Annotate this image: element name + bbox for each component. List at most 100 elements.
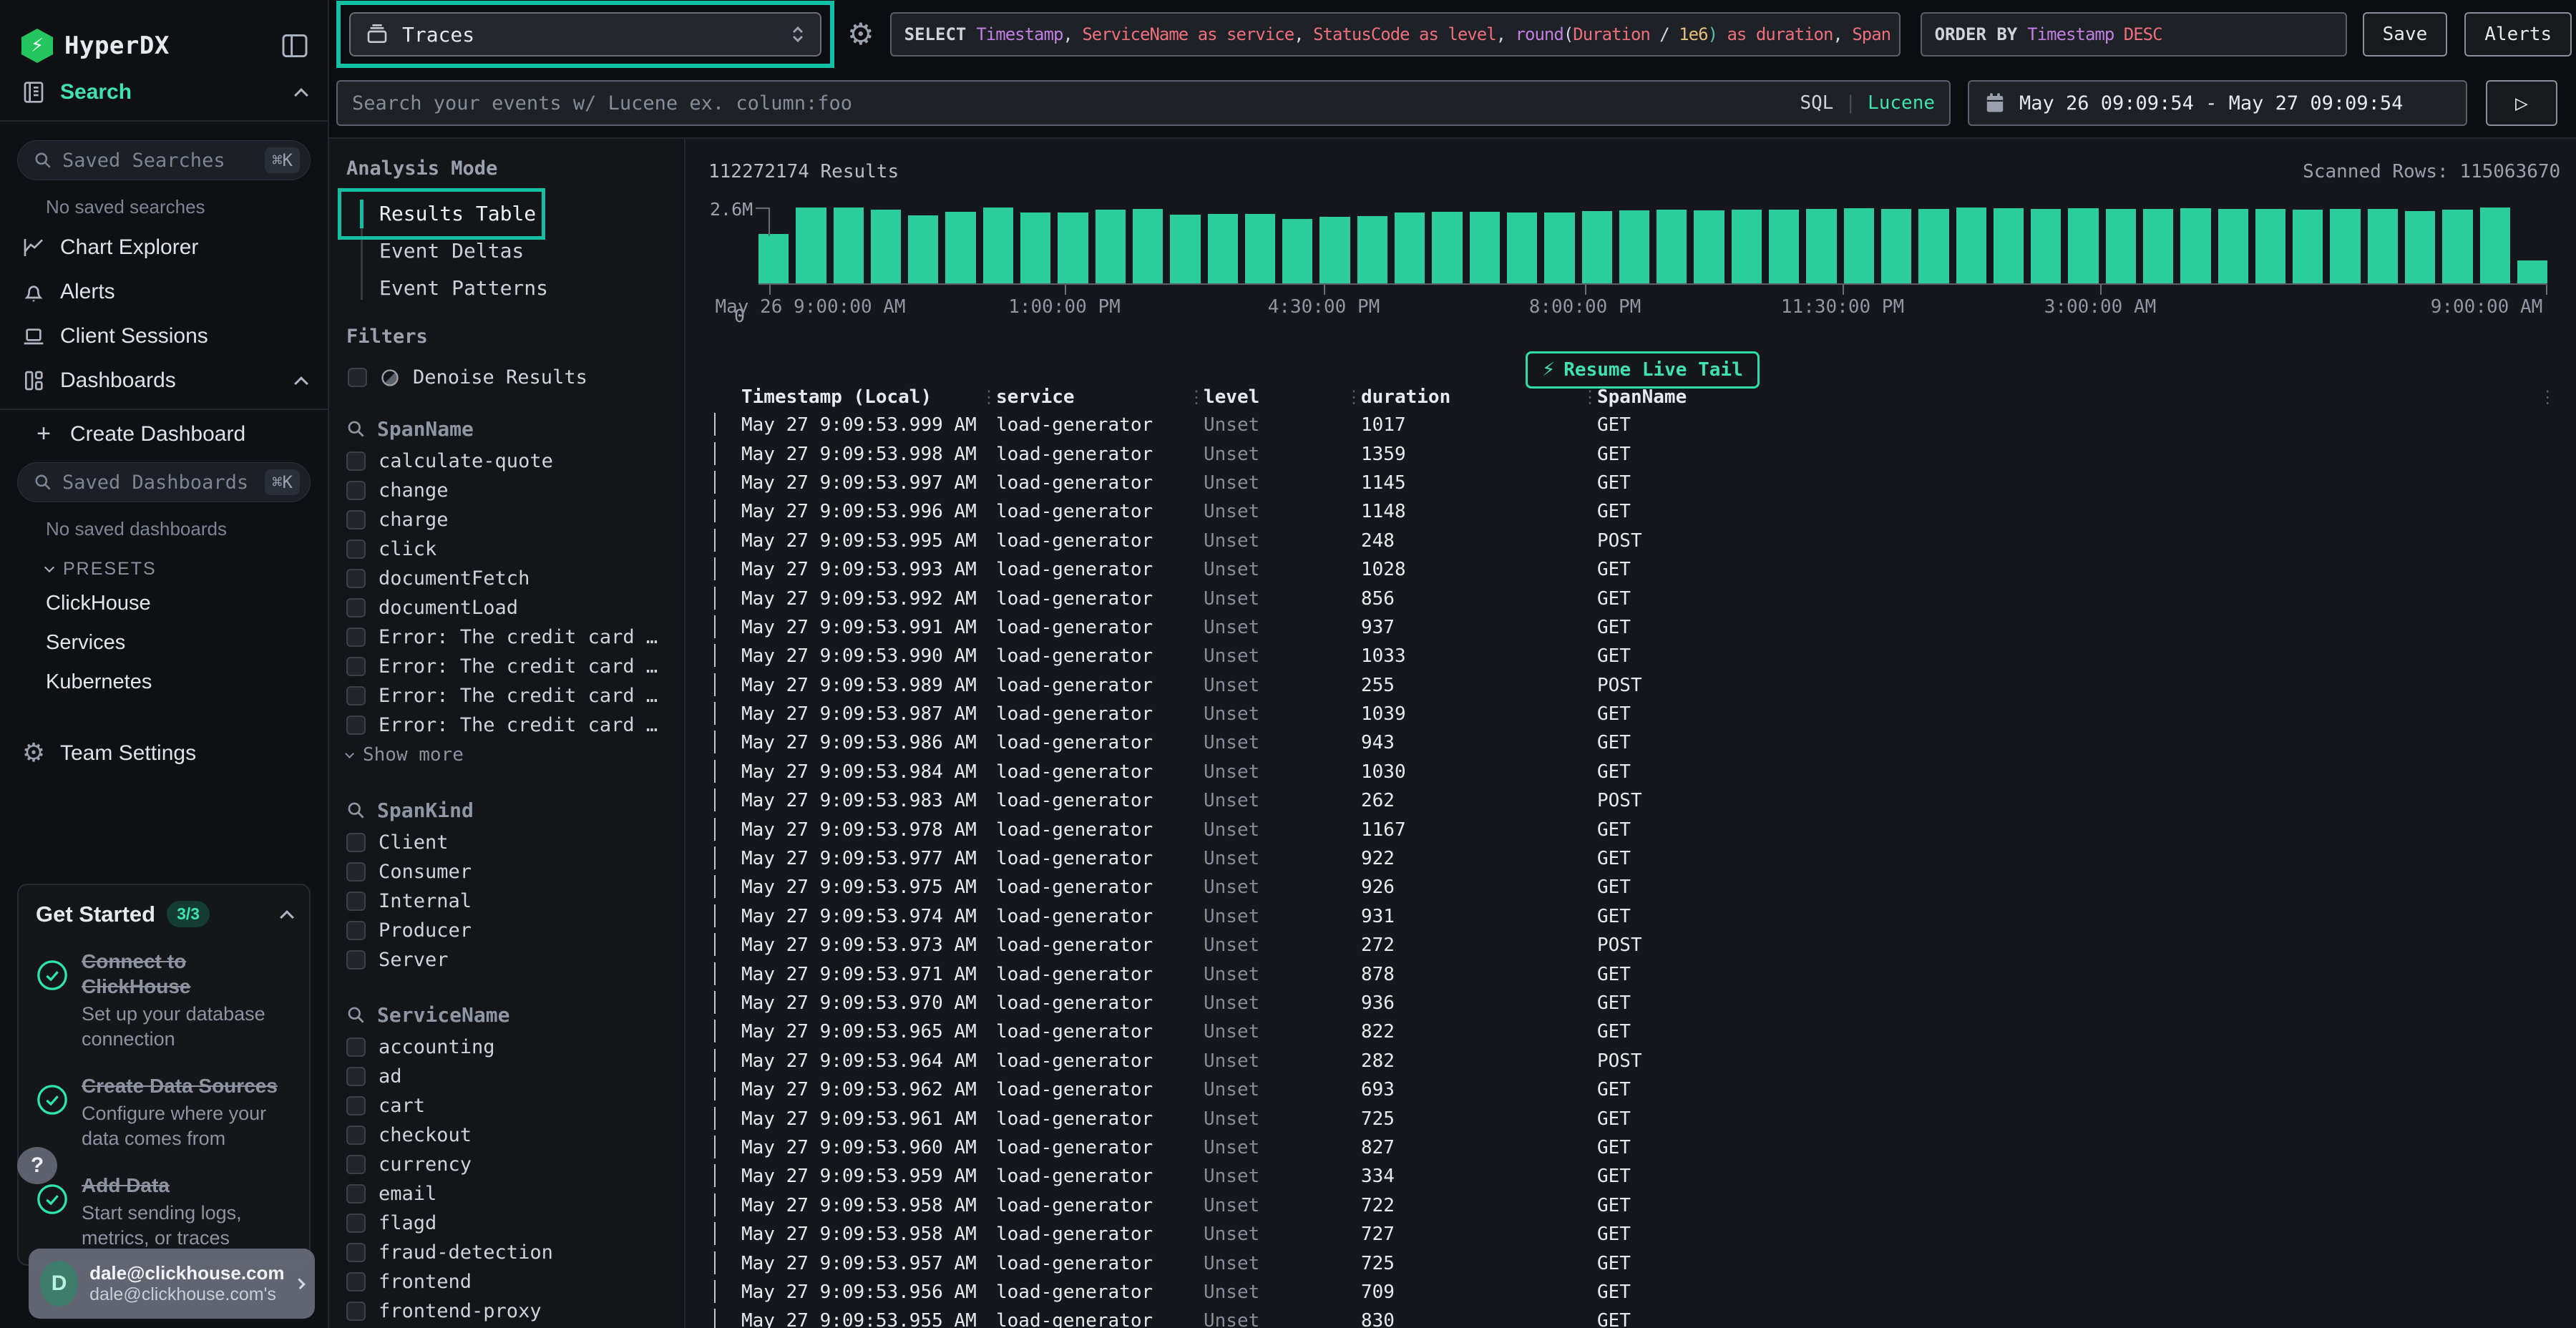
order-by-input[interactable]: ORDER BYTimestamp DESC (1921, 12, 2347, 57)
expand-row-chevron-icon[interactable] (714, 1193, 716, 1216)
filter-option[interactable]: Error: The credit card … (346, 681, 670, 711)
filter-option[interactable]: fraud-detection (346, 1238, 670, 1267)
expand-row-chevron-icon[interactable] (714, 499, 716, 522)
preset-kubernetes[interactable]: Kubernetes (0, 663, 328, 702)
table-row[interactable]: May 27 9:09:53.996 AMload-generatorUnset… (708, 497, 2560, 526)
expand-row-chevron-icon[interactable] (714, 991, 716, 1014)
column-header-spanname[interactable]: ⋮SpanName (1597, 386, 2539, 408)
filter-option[interactable]: click (346, 534, 670, 564)
mode-results-table[interactable]: Results Table (346, 195, 670, 233)
presets-toggle[interactable]: PRESETS (0, 545, 328, 584)
filter-group-servicename[interactable]: ServiceName (346, 1003, 670, 1027)
expand-row-chevron-icon[interactable] (714, 644, 716, 667)
expand-row-chevron-icon[interactable] (714, 1280, 716, 1303)
table-row[interactable]: May 27 9:09:53.993 AMload-generatorUnset… (708, 555, 2560, 584)
table-row[interactable]: May 27 9:09:53.965 AMload-generatorUnset… (708, 1017, 2560, 1046)
column-header-service[interactable]: ⋮service (996, 386, 1204, 408)
table-row[interactable]: May 27 9:09:53.975 AMload-generatorUnset… (708, 873, 2560, 902)
table-row[interactable]: May 27 9:09:53.978 AMload-generatorUnset… (708, 815, 2560, 844)
table-row[interactable]: May 27 9:09:53.959 AMload-generatorUnset… (708, 1162, 2560, 1191)
filter-option[interactable]: checkout (346, 1120, 670, 1150)
filter-option[interactable]: flagd (346, 1209, 670, 1238)
checkbox[interactable] (346, 1067, 366, 1086)
denoise-results-checkbox[interactable]: Denoise Results (348, 366, 670, 389)
table-row[interactable]: May 27 9:09:53.960 AMload-generatorUnset… (708, 1133, 2560, 1162)
filter-option[interactable]: currency (346, 1150, 670, 1179)
filter-option[interactable]: ad (346, 1062, 670, 1091)
filter-option[interactable]: documentFetch (346, 564, 670, 593)
table-row[interactable]: May 27 9:09:53.990 AMload-generatorUnset… (708, 642, 2560, 670)
expand-row-chevron-icon[interactable] (714, 1049, 716, 1072)
expand-row-chevron-icon[interactable] (714, 1164, 716, 1187)
expand-row-chevron-icon[interactable] (714, 788, 716, 811)
get-started-step[interactable]: Connect to ClickHouseSet up your databas… (36, 949, 292, 1052)
expand-row-chevron-icon[interactable] (714, 846, 716, 869)
filter-option[interactable]: Error: The credit card … (346, 652, 670, 681)
table-row[interactable]: May 27 9:09:53.964 AMload-generatorUnset… (708, 1047, 2560, 1075)
checkbox[interactable] (346, 1243, 366, 1262)
filter-option[interactable]: calculate-quote (346, 446, 670, 476)
checkbox[interactable] (346, 1214, 366, 1233)
lucene-mode-toggle[interactable]: Lucene (1868, 92, 1935, 114)
sidebar-item-alerts[interactable]: Alerts (0, 270, 328, 314)
expand-row-chevron-icon[interactable] (714, 702, 716, 725)
source-selector[interactable]: Traces (349, 12, 821, 57)
sidebar-item-client-sessions[interactable]: Client Sessions (0, 314, 328, 358)
checkbox[interactable] (346, 628, 366, 647)
filter-option[interactable]: Error: The credit card … (346, 622, 670, 652)
expand-row-chevron-icon[interactable] (714, 413, 716, 436)
checkbox[interactable] (346, 1155, 366, 1174)
checkbox[interactable] (346, 598, 366, 617)
expand-row-chevron-icon[interactable] (714, 904, 716, 927)
event-search-input[interactable]: Search your events w/ Lucene ex. column:… (336, 80, 1951, 126)
table-row[interactable]: May 27 9:09:53.956 AMload-generatorUnset… (708, 1278, 2560, 1307)
checkbox[interactable] (346, 510, 366, 529)
filter-option[interactable]: email (346, 1179, 670, 1209)
saved-searches-input[interactable]: Saved Searches ⌘K (17, 140, 311, 180)
checkbox[interactable] (346, 921, 366, 940)
expand-row-chevron-icon[interactable] (714, 587, 716, 610)
expand-row-chevron-icon[interactable] (714, 1078, 716, 1100)
chevron-up-icon[interactable] (280, 910, 294, 924)
filter-option[interactable]: Server (346, 945, 670, 975)
time-range-picker[interactable]: May 26 09:09:54 - May 27 09:09:54 (1968, 80, 2467, 126)
column-resize-handle[interactable]: ⋮ (980, 387, 997, 407)
expand-row-chevron-icon[interactable] (714, 557, 716, 580)
column-resize-handle[interactable]: ⋮ (1581, 387, 1599, 407)
filter-option[interactable]: Internal (346, 887, 670, 916)
column-resize-handle[interactable]: ⋮ (1345, 387, 1362, 407)
expand-row-chevron-icon[interactable] (714, 731, 716, 753)
checkbox[interactable] (346, 716, 366, 735)
save-button[interactable]: Save (2363, 12, 2448, 57)
expand-row-chevron-icon[interactable] (714, 1136, 716, 1158)
filter-option[interactable]: Consumer (346, 857, 670, 887)
table-row[interactable]: May 27 9:09:53.989 AMload-generatorUnset… (708, 671, 2560, 700)
expand-row-chevron-icon[interactable] (714, 1309, 716, 1328)
get-started-step[interactable]: Create Data SourcesConfigure where your … (36, 1073, 292, 1151)
checkbox[interactable] (346, 657, 366, 676)
table-row[interactable]: May 27 9:09:53.998 AMload-generatorUnset… (708, 439, 2560, 468)
table-row[interactable]: May 27 9:09:53.957 AMload-generatorUnset… (708, 1249, 2560, 1277)
filter-option[interactable]: change (346, 476, 670, 505)
saved-dashboards-input[interactable]: Saved Dashboards ⌘K (17, 462, 311, 502)
checkbox[interactable] (346, 1272, 366, 1292)
checkbox[interactable] (346, 1096, 366, 1115)
expand-row-chevron-icon[interactable] (714, 1222, 716, 1245)
expand-row-chevron-icon[interactable] (714, 760, 716, 783)
checkbox[interactable] (346, 686, 366, 706)
table-row[interactable]: May 27 9:09:53.987 AMload-generatorUnset… (708, 700, 2560, 728)
table-row[interactable]: May 27 9:09:53.997 AMload-generatorUnset… (708, 469, 2560, 497)
checkbox[interactable] (346, 1126, 366, 1145)
table-row[interactable]: May 27 9:09:53.986 AMload-generatorUnset… (708, 728, 2560, 757)
checkbox[interactable] (346, 862, 366, 882)
sidebar-item-chart-explorer[interactable]: Chart Explorer (0, 225, 328, 270)
sidebar-item-team-settings[interactable]: ⚙ Team Settings (0, 731, 328, 776)
expand-row-chevron-icon[interactable] (714, 615, 716, 638)
expand-row-chevron-icon[interactable] (714, 529, 716, 552)
column-header-level[interactable]: ⋮level (1204, 386, 1361, 408)
mode-event-deltas[interactable]: Event Deltas (346, 233, 670, 270)
filter-option[interactable]: documentLoad (346, 593, 670, 622)
table-row[interactable]: May 27 9:09:53.955 AMload-generatorUnset… (708, 1307, 2560, 1328)
table-row[interactable]: May 27 9:09:53.962 AMload-generatorUnset… (708, 1075, 2560, 1104)
source-settings-gear-icon[interactable]: ⚙ (847, 19, 874, 49)
